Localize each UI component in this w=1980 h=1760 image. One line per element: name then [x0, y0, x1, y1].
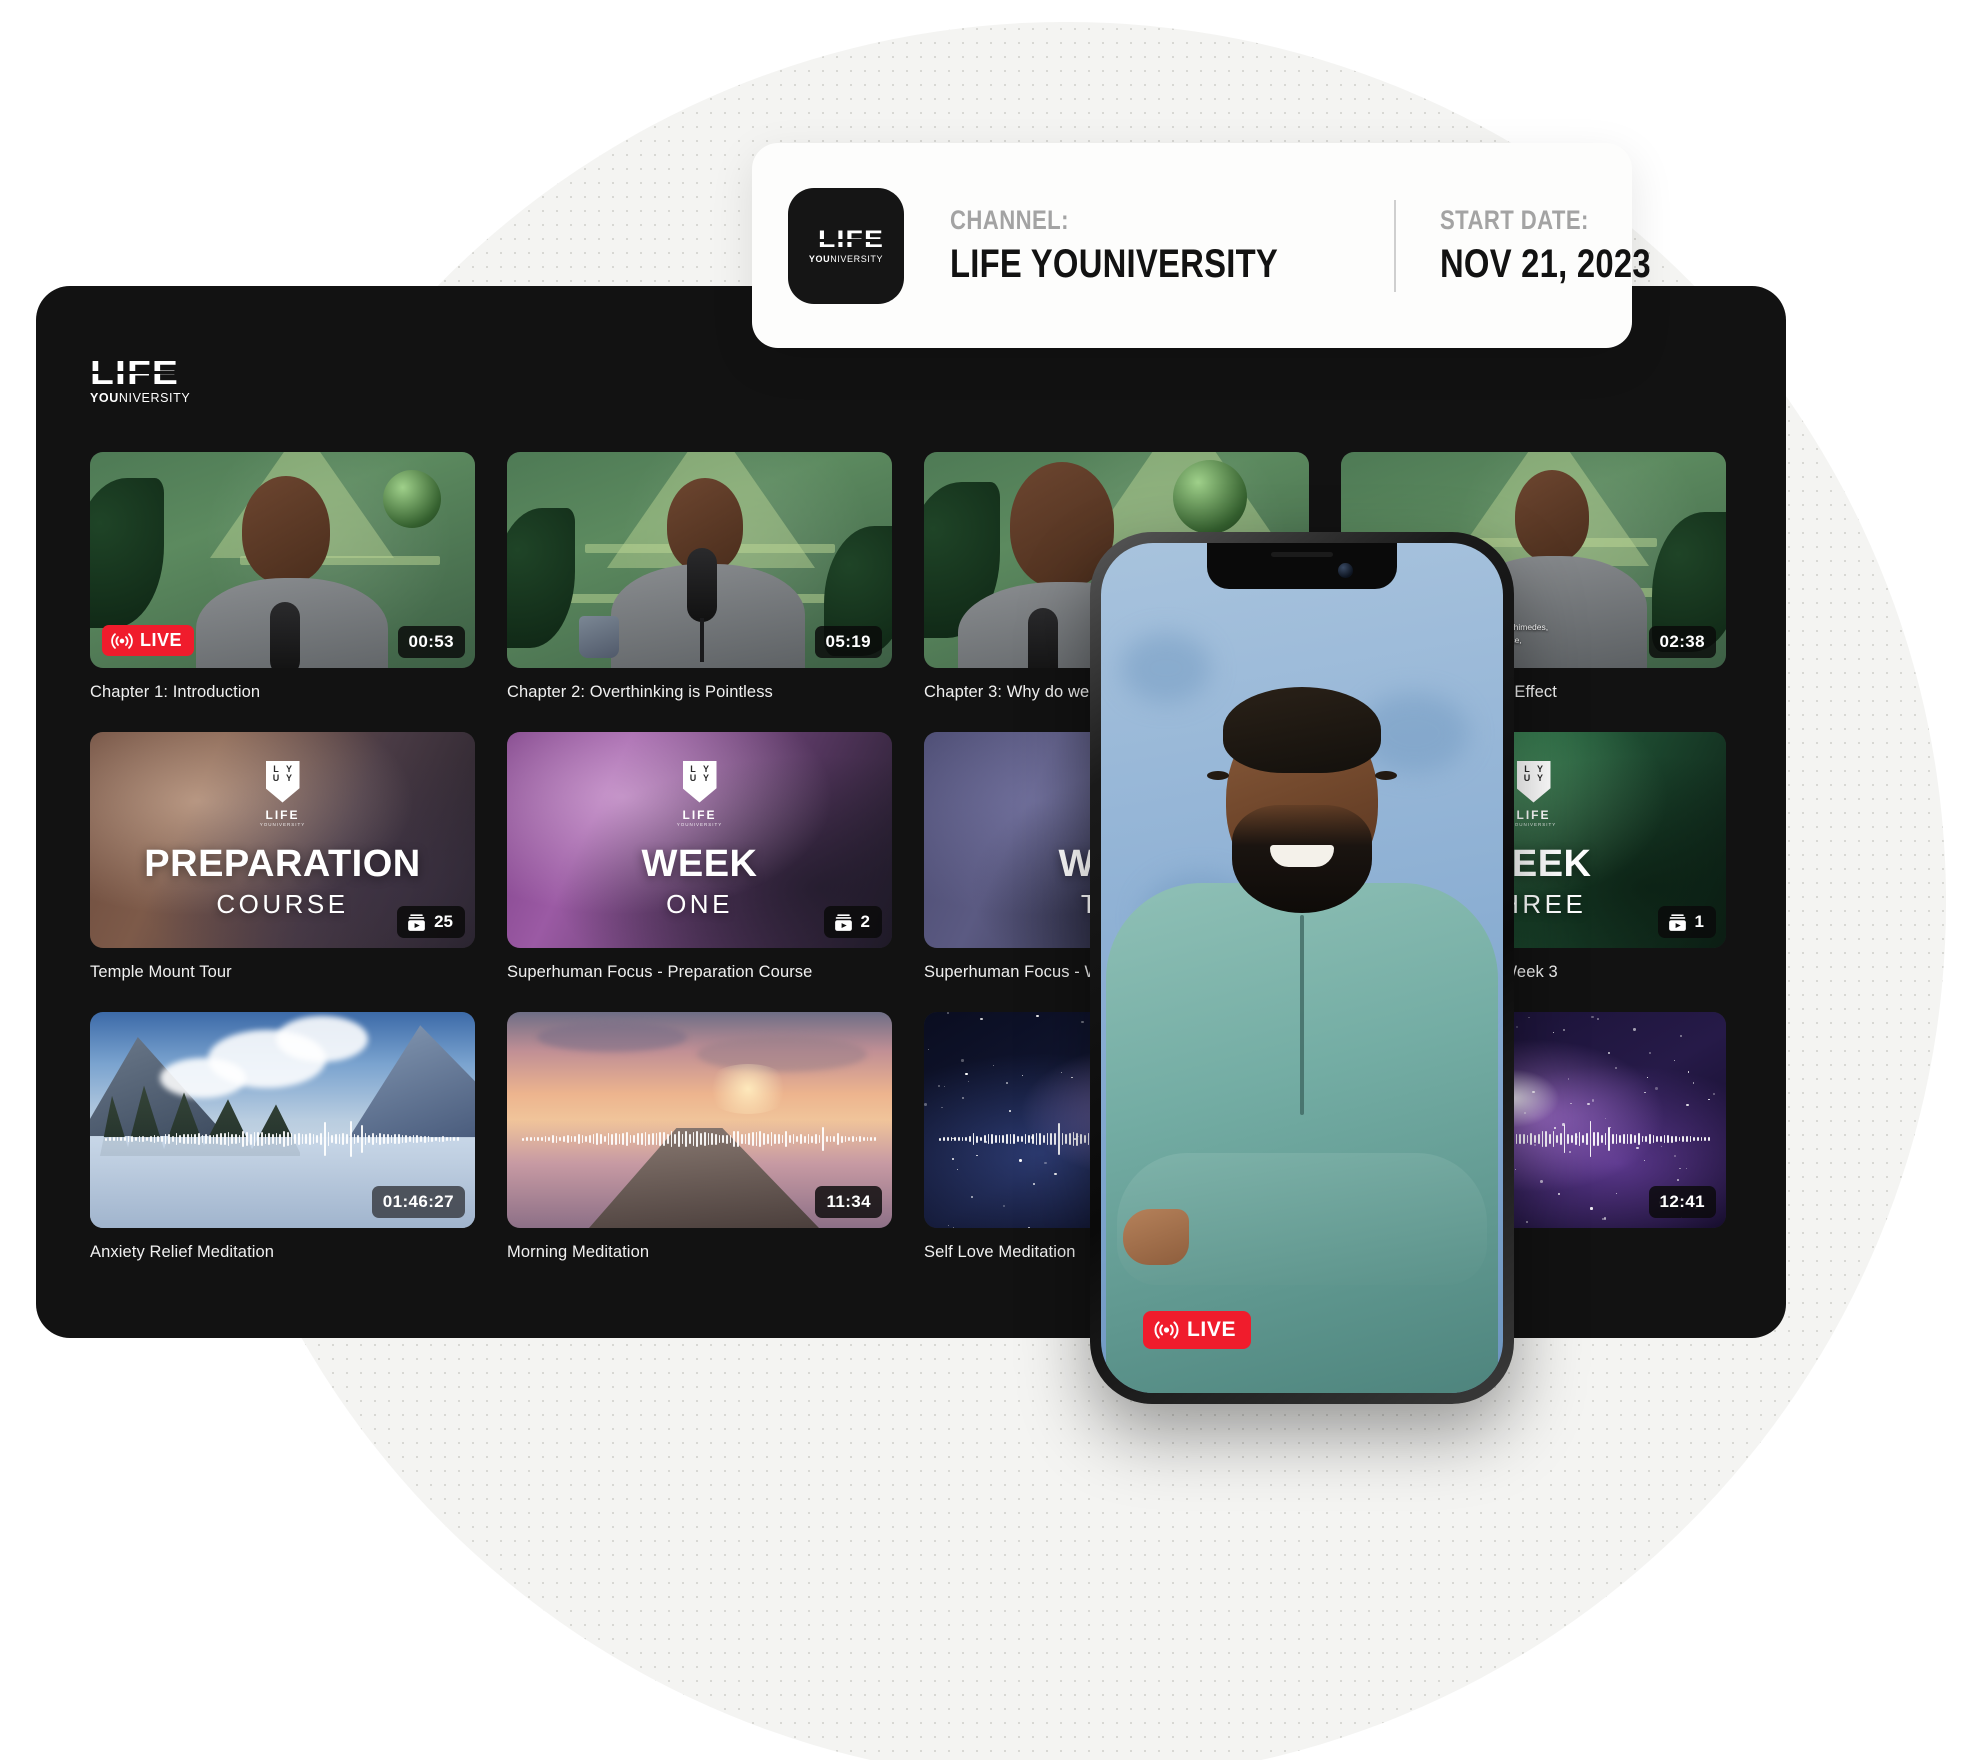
playlist-icon	[1668, 913, 1686, 931]
earpiece-speaker-icon	[1271, 552, 1333, 557]
course-subhead: COURSE	[216, 888, 349, 919]
channel-info-fields: CHANNEL: LIFE YOUNIVERSITY START DATE: N…	[950, 199, 1697, 292]
audio-waveform	[105, 1112, 459, 1166]
crest-wordmark-primary: LIFE	[682, 807, 717, 822]
host-eye-right	[1375, 771, 1397, 780]
phone-notch	[1207, 543, 1397, 589]
video-card[interactable]: 05:19 Chapter 2: Overthinking is Pointle…	[507, 452, 892, 702]
start-date-label: START DATE:	[1439, 204, 1589, 235]
duration-badge: 12:41	[1648, 1186, 1716, 1218]
duration-badge: 01:46:27	[371, 1186, 465, 1218]
phone-live-label: LIVE	[1187, 1318, 1237, 1341]
playlist-count-badge: 1	[1657, 906, 1716, 938]
channel-logo-subtitle: YOUNIVERSITY	[808, 253, 884, 264]
channel-sub-light: NIVERSITY	[830, 253, 884, 264]
card-title: Anxiety Relief Meditation	[90, 1243, 275, 1261]
crest-wordmark: LIFEYOUNIVERSITY	[260, 808, 306, 827]
screenshot-stage: LIFE YOUNIVERSITY LIVE 00:53 Chapter 1: …	[0, 0, 1980, 1760]
field-divider	[1393, 199, 1396, 292]
course-headline: WEEK	[641, 842, 758, 885]
crest-letters: LYUY	[272, 763, 292, 783]
duration-badge: 00:53	[397, 626, 465, 658]
card-title: Morning Meditation	[507, 1243, 650, 1261]
course-card[interactable]: LYUY LIFE YOUNIVERSITY WEEK ONE 2 Superh…	[507, 732, 892, 982]
channel-avatar: LIFE YOUNIVERSITY	[788, 187, 904, 304]
live-badge-label: LIVE	[140, 630, 183, 650]
card-title: Chapter 1: Introduction	[90, 683, 261, 701]
host-portrait	[1101, 653, 1503, 1393]
channel-sub-bold: YOU	[808, 253, 831, 264]
playlist-count-label: 2	[860, 912, 870, 931]
channel-value: LIFE YOUNIVERSITY	[950, 241, 1278, 286]
audio-waveform	[522, 1112, 876, 1166]
broadcast-icon	[1154, 1321, 1179, 1339]
brand-sub-light: NIVERSITY	[118, 391, 191, 405]
start-date-field: START DATE: NOV 21, 2023	[1440, 205, 1697, 287]
course-thumbnail[interactable]: LYUY LIFE YOUNIVERSITY WEEK ONE 2	[507, 732, 892, 948]
card-title: Temple Mount Tour	[90, 963, 232, 981]
broadcast-icon	[111, 632, 133, 649]
front-camera-icon	[1337, 562, 1353, 578]
host-hair	[1223, 687, 1381, 773]
course-card[interactable]: LYUY LIFE YOUNIVERSITY PREPARATION COURSE…	[90, 732, 475, 982]
duration-badge: 05:19	[814, 626, 882, 658]
playlist-count-badge: 2	[823, 906, 882, 938]
phone-live-badge: LIVE	[1143, 1311, 1252, 1349]
brand-logo-primary: LIFE	[90, 356, 269, 389]
course-headline: PREPARATION	[144, 842, 421, 885]
phone-screen[interactable]: LIVE	[1101, 543, 1503, 1393]
card-title: Superhuman Focus - Preparation Course	[507, 963, 813, 981]
channel-logo-primary: LIFE	[818, 225, 885, 253]
audio-thumbnail[interactable]: 01:46:27	[90, 1012, 475, 1228]
host-eye-left	[1207, 771, 1229, 780]
start-date-value: NOV 21, 2023	[1439, 241, 1651, 286]
audio-card[interactable]: 11:34 Morning Meditation	[507, 1012, 892, 1262]
playlist-count-badge: 25	[397, 906, 465, 938]
duration-badge: 11:34	[815, 1186, 882, 1218]
course-subhead: ONE	[666, 888, 733, 919]
host-smile	[1270, 845, 1334, 867]
crest-letters: LYUY	[689, 763, 709, 783]
channel-label: CHANNEL:	[950, 204, 1069, 235]
channel-field: CHANNEL: LIFE YOUNIVERSITY	[950, 205, 1350, 287]
crest-wordmark-sub: YOUNIVERSITY	[676, 821, 723, 827]
audio-card[interactable]: 01:46:27 Anxiety Relief Meditation	[90, 1012, 475, 1262]
video-card[interactable]: LIVE 00:53 Chapter 1: Introduction	[90, 452, 475, 702]
playlist-count-label: 25	[434, 912, 453, 931]
brand-sub-bold: YOU	[90, 391, 119, 405]
crest-wordmark-primary: LIFE	[1516, 807, 1551, 822]
playlist-icon	[834, 913, 852, 931]
crest-wordmark: LIFEYOUNIVERSITY	[677, 808, 723, 827]
crest-icon: LYUY	[682, 760, 717, 803]
crest-icon: LYUY	[1516, 760, 1551, 803]
playlist-icon	[408, 913, 425, 931]
phone-mockup: LIVE	[1090, 532, 1514, 1404]
crest-icon: LYUY	[265, 760, 300, 803]
channel-info-card: LIFE YOUNIVERSITY CHANNEL: LIFE YOUNIVER…	[752, 143, 1651, 348]
crest-wordmark-primary: LIFE	[265, 807, 300, 822]
course-thumbnail[interactable]: LYUY LIFE YOUNIVERSITY PREPARATION COURSE…	[90, 732, 475, 948]
crest-wordmark: LIFEYOUNIVERSITY	[1511, 808, 1557, 827]
video-thumbnail[interactable]: 05:19	[507, 452, 892, 668]
host-zipper	[1300, 915, 1304, 1115]
playlist-count-label: 1	[1694, 912, 1704, 931]
audio-thumbnail[interactable]: 11:34	[507, 1012, 892, 1228]
card-title: Chapter 2: Overthinking is Pointless	[507, 683, 773, 701]
app-brand-logo: LIFE YOUNIVERSITY	[90, 356, 266, 405]
crest-letters: LYUY	[1523, 763, 1543, 783]
crest-wordmark-sub: YOUNIVERSITY	[1510, 821, 1557, 827]
crest-wordmark-sub: YOUNIVERSITY	[259, 821, 306, 827]
live-badge: LIVE	[102, 625, 195, 656]
brand-logo-subtitle: YOUNIVERSITY	[90, 392, 242, 405]
host-hand	[1123, 1209, 1189, 1265]
duration-badge: 02:38	[1648, 626, 1716, 658]
video-thumbnail[interactable]: LIVE 00:53	[90, 452, 475, 668]
